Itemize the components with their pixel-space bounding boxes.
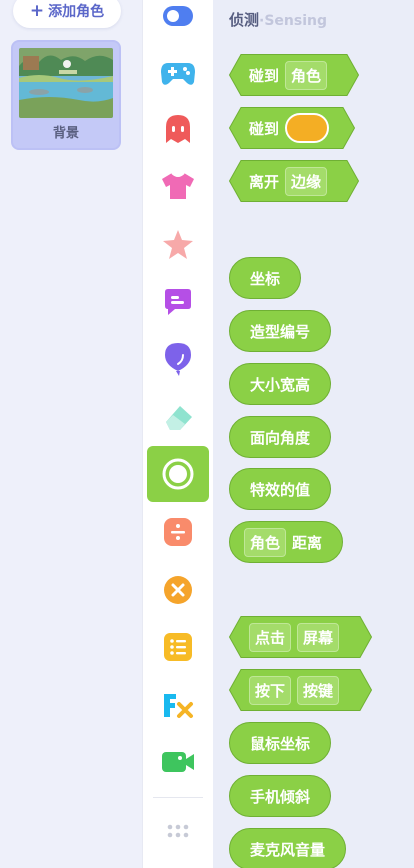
click-action-slot[interactable]: 点击 xyxy=(249,622,292,652)
plus-icon: + xyxy=(29,1,45,21)
cross-circle-icon xyxy=(164,576,192,604)
palette-subtitle: ·Sensing xyxy=(259,13,327,29)
distance-target-slot[interactable]: 角色 xyxy=(244,527,287,557)
touching-sprite-block[interactable]: 碰到 角色 xyxy=(229,54,359,96)
distance-label: 距离 xyxy=(292,533,323,552)
category-events[interactable] xyxy=(147,0,209,44)
coords-reporter[interactable]: 坐标 xyxy=(229,257,302,299)
palette-title-text: 侦测 xyxy=(229,11,260,29)
color-swatch[interactable] xyxy=(285,113,330,143)
category-divider xyxy=(153,797,203,798)
balloon-icon xyxy=(165,343,191,376)
block-palette: 侦测·Sensing 碰到 角色 碰到 离开 边缘 坐标 造型编号 大小宽高 面… xyxy=(213,0,414,868)
leaving-target-slot[interactable]: 边缘 xyxy=(285,166,328,196)
direction-reporter[interactable]: 面向角度 xyxy=(229,416,332,458)
add-sprite-label: 添加角色 xyxy=(48,4,105,20)
touching-color-block[interactable]: 碰到 xyxy=(229,107,355,149)
shirt-icon xyxy=(162,172,194,199)
costume-number-reporter[interactable]: 造型编号 xyxy=(229,310,332,352)
background-thumbnail xyxy=(19,48,113,118)
add-sprite-button[interactable]: + 添加角色 xyxy=(13,0,121,28)
background-card[interactable]: 背景 xyxy=(11,40,121,150)
category-operators[interactable] xyxy=(147,504,209,560)
category-looks[interactable] xyxy=(147,101,209,157)
category-more[interactable] xyxy=(147,804,209,860)
leaving-edge-block[interactable]: 离开 边缘 xyxy=(229,160,359,202)
star-icon xyxy=(163,230,193,259)
category-sound[interactable] xyxy=(147,331,209,387)
category-variables[interactable] xyxy=(147,562,209,618)
effect-value-reporter[interactable]: 特效的值 xyxy=(229,468,332,510)
mouse-coords-reporter[interactable]: 鼠标坐标 xyxy=(229,722,332,764)
size-reporter[interactable]: 大小宽高 xyxy=(229,363,332,405)
divide-icon xyxy=(164,518,192,546)
category-bar xyxy=(142,0,213,868)
category-control[interactable] xyxy=(147,45,209,101)
touching-label: 碰到 xyxy=(249,66,280,85)
sensing-target-icon xyxy=(162,458,194,490)
press-action-slot[interactable]: 按下 xyxy=(249,675,292,705)
sprite-panel: + 添加角色 背景 xyxy=(0,0,142,868)
category-pen[interactable] xyxy=(147,389,209,445)
touching-target-slot[interactable]: 角色 xyxy=(285,60,328,90)
category-video[interactable] xyxy=(147,734,209,790)
eraser-icon xyxy=(166,406,192,430)
toggle-icon xyxy=(163,6,193,26)
click-screen-block[interactable]: 点击 屏幕 xyxy=(229,616,372,658)
palette-title: 侦测·Sensing xyxy=(229,9,327,30)
leaving-label: 离开 xyxy=(249,172,280,191)
category-lists[interactable] xyxy=(147,619,209,675)
distance-reporter[interactable]: 角色 距离 xyxy=(229,521,344,563)
fx-icon xyxy=(164,694,193,718)
category-dialog[interactable] xyxy=(147,274,209,330)
speech-bubble-icon xyxy=(165,289,191,315)
category-costume[interactable] xyxy=(147,158,209,214)
press-target-slot[interactable]: 按键 xyxy=(297,675,340,705)
more-dots-icon xyxy=(167,824,189,838)
category-functions[interactable] xyxy=(147,677,209,733)
mic-volume-reporter[interactable]: 麦克风音量 xyxy=(229,828,347,868)
phone-tilt-reporter[interactable]: 手机倾斜 xyxy=(229,775,332,817)
video-camera-icon xyxy=(162,752,194,772)
ghost-icon xyxy=(166,115,190,143)
list-icon xyxy=(164,633,192,661)
background-label: 背景 xyxy=(52,126,79,141)
key-pressed-block[interactable]: 按下 按键 xyxy=(229,669,372,711)
category-sensing[interactable] xyxy=(147,446,209,502)
touching-color-label: 碰到 xyxy=(249,119,280,138)
click-target-slot[interactable]: 屏幕 xyxy=(297,622,340,652)
gamepad-icon xyxy=(161,63,195,85)
category-effects[interactable] xyxy=(147,216,209,272)
